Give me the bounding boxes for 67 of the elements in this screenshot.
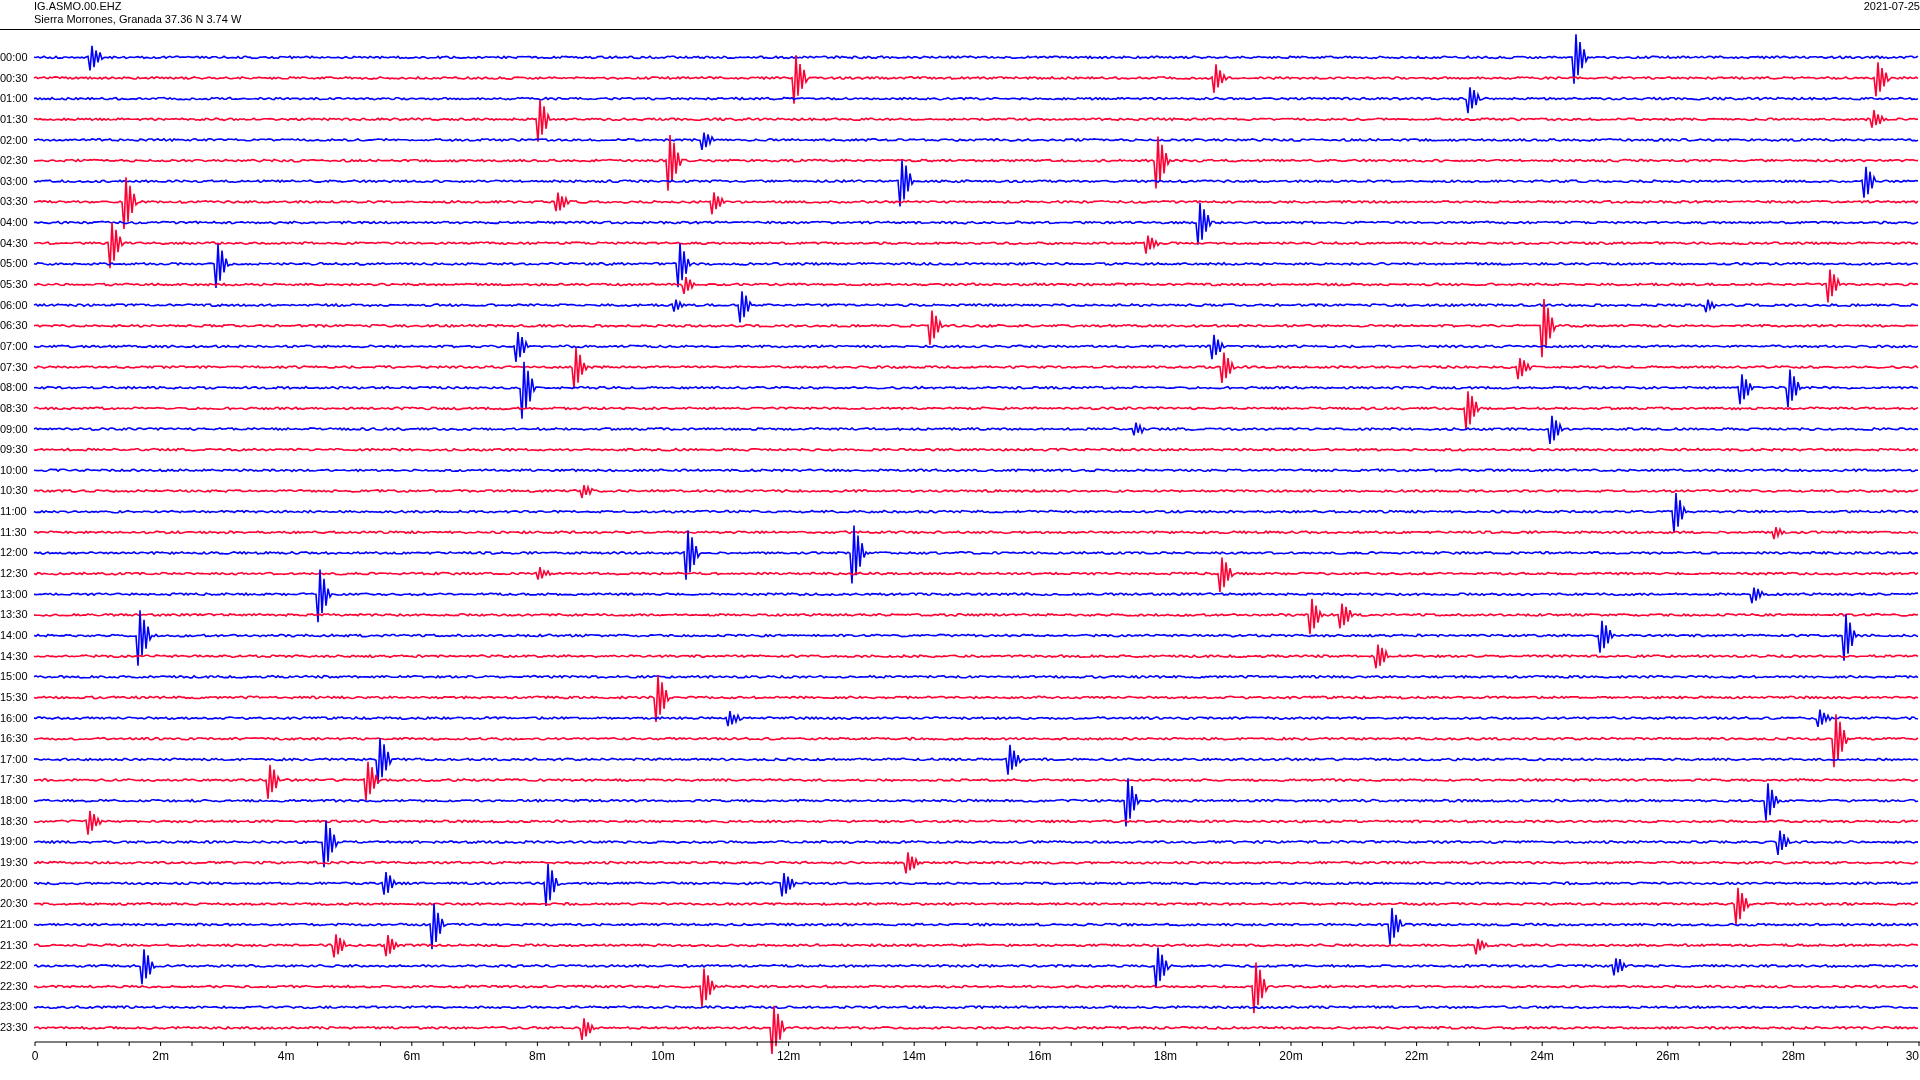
time-label: 10:00 bbox=[0, 462, 29, 478]
time-label: 18:30 bbox=[0, 813, 29, 829]
time-label: 19:00 bbox=[0, 834, 29, 850]
time-label: 21:30 bbox=[0, 937, 29, 953]
time-label: 14:00 bbox=[0, 627, 29, 643]
time-label: 11:00 bbox=[0, 504, 28, 520]
time-label: 09:00 bbox=[0, 421, 29, 437]
date-label: 2021-07-25 bbox=[1863, 0, 1920, 13]
axis-label: 22m bbox=[1404, 1049, 1429, 1064]
time-label: 01:00 bbox=[0, 91, 29, 107]
time-label: 15:30 bbox=[0, 689, 29, 705]
axis-label: 14m bbox=[902, 1049, 926, 1064]
time-label: 13:00 bbox=[0, 586, 29, 602]
time-label: 12:00 bbox=[0, 545, 29, 561]
time-label: 07:30 bbox=[0, 359, 29, 375]
time-label: 16:30 bbox=[0, 731, 29, 747]
time-label: 10:30 bbox=[0, 483, 29, 499]
axis-label: 30 bbox=[1905, 1049, 1919, 1064]
station-location: Sierra Morrones, Granada 37.36 N 3.74 W bbox=[34, 13, 242, 26]
time-label: 21:00 bbox=[0, 916, 29, 932]
time-label: 14:30 bbox=[0, 648, 29, 664]
time-label: 18:00 bbox=[0, 793, 29, 809]
time-label: 01:30 bbox=[0, 111, 29, 127]
time-label: 11:30 bbox=[0, 524, 28, 540]
time-label: 20:00 bbox=[0, 875, 29, 891]
axis-label: 26m bbox=[1656, 1049, 1680, 1064]
time-label: 03:00 bbox=[0, 173, 29, 189]
time-label: 23:30 bbox=[0, 1020, 29, 1036]
axis-label: 0 bbox=[31, 1049, 39, 1064]
time-label: 07:00 bbox=[0, 338, 29, 354]
axis-label: 24m bbox=[1530, 1049, 1554, 1064]
axis-label: 6m bbox=[403, 1049, 421, 1064]
time-label: 05:30 bbox=[0, 277, 29, 293]
time-label: 08:30 bbox=[0, 400, 29, 416]
time-label: 20:30 bbox=[0, 896, 29, 912]
axis-label: 28m bbox=[1781, 1049, 1806, 1064]
time-label: 15:00 bbox=[0, 669, 29, 685]
axis-label: 8m bbox=[529, 1049, 546, 1064]
axis-label: 12m bbox=[776, 1049, 801, 1064]
time-label: 00:30 bbox=[0, 70, 29, 86]
time-label: 13:30 bbox=[0, 607, 29, 623]
axis-label: 4m bbox=[277, 1049, 295, 1064]
time-label: 22:00 bbox=[0, 958, 29, 974]
axis-label: 18m bbox=[1153, 1049, 1178, 1064]
time-label: 03:30 bbox=[0, 194, 29, 210]
time-label: 17:00 bbox=[0, 751, 29, 767]
time-label: 04:30 bbox=[0, 235, 29, 251]
time-label: 08:00 bbox=[0, 380, 29, 396]
time-label: 23:00 bbox=[0, 999, 29, 1015]
axis-label: 10m bbox=[651, 1049, 675, 1064]
time-label: 02:00 bbox=[0, 132, 29, 148]
time-label: 12:30 bbox=[0, 566, 29, 581]
time-label: 16:00 bbox=[0, 710, 29, 726]
time-label: 17:30 bbox=[0, 772, 29, 788]
axis-label: 16m bbox=[1028, 1049, 1052, 1064]
time-label: 00:00 bbox=[0, 50, 29, 65]
time-label: 06:00 bbox=[0, 297, 29, 313]
time-label: 09:30 bbox=[0, 442, 29, 458]
time-label: 04:00 bbox=[0, 215, 29, 231]
time-label: 05:00 bbox=[0, 256, 29, 272]
axis-label: 2m bbox=[152, 1049, 169, 1064]
axis-label: 20m bbox=[1279, 1049, 1303, 1064]
station-code: IG.ASMO.00.EHZ bbox=[34, 0, 123, 13]
time-label: 19:30 bbox=[0, 855, 29, 870]
time-label: 06:30 bbox=[0, 318, 29, 334]
time-label: 22:30 bbox=[0, 978, 29, 994]
time-label: 02:30 bbox=[0, 153, 29, 169]
